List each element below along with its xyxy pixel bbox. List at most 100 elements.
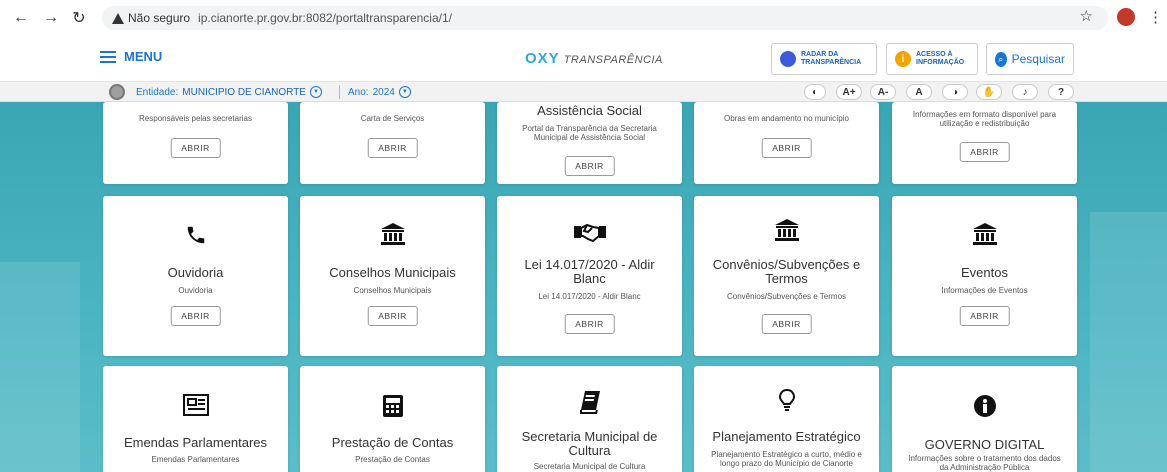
url-text[interactable]: ip.cianorte.pr.gov.br:8082/portaltranspa… xyxy=(198,11,452,25)
abrir-button[interactable]: ABRIR xyxy=(761,138,812,158)
radar-line2: TRANSPARÊNCIA xyxy=(801,59,862,66)
card-subtitle: Obras em andamento no município xyxy=(724,114,849,123)
abrir-button[interactable]: ABRIR xyxy=(367,306,418,326)
acesso-line2: INFORMAÇÃO xyxy=(916,59,965,66)
card-subtitle: Informações sobre o tratamento dos dados… xyxy=(908,454,1061,472)
card-emendas[interactable]: Emendas Parlamentares Emendas Parlamenta… xyxy=(103,366,288,472)
newspaper-icon xyxy=(182,394,209,416)
card-subtitle: Lei 14.017/2020 - Aldir Blanc xyxy=(538,292,641,301)
card-title: Eventos xyxy=(961,265,1008,280)
entidade-selector[interactable]: Entidade: MUNICIPIO DE CIANORTE ▼ xyxy=(136,86,322,98)
main-content: Responsáveis pelas secretarias ABRIR Car… xyxy=(0,102,1167,472)
card-conselhos[interactable]: Conselhos Municipais Conselhos Municipai… xyxy=(300,196,485,356)
institution-icon xyxy=(380,223,405,245)
card-title: Convênios/Subvenções e Termos xyxy=(712,257,861,286)
card-governo-digital[interactable]: GOVERNO DIGITAL Informações sobre o trat… xyxy=(892,366,1077,472)
phone-icon xyxy=(187,226,204,244)
hamburger-icon xyxy=(100,50,116,63)
institution-icon xyxy=(774,219,799,241)
card-title: Emendas Parlamentares xyxy=(123,435,268,450)
card-subtitle: Informações em formato disponível para u… xyxy=(912,110,1057,128)
abrir-button[interactable]: ABRIR xyxy=(367,138,418,158)
info-icon: i xyxy=(895,51,911,67)
browser-toolbar: ← → ↻ Não seguro ip.cianorte.pr.gov.br:8… xyxy=(0,0,1167,36)
radar-icon xyxy=(780,51,796,67)
pesquisar-button[interactable]: ⌕ Pesquisar xyxy=(986,43,1074,75)
card-ouvidoria[interactable]: Ouvidoria Ouvidoria ABRIR xyxy=(103,196,288,356)
logo-oxy: OXY xyxy=(525,50,560,67)
card-subtitle: Planejamento Estratégico a curto, médio … xyxy=(711,450,862,468)
abrir-button[interactable]: ABRIR xyxy=(170,138,221,158)
background-building xyxy=(1090,212,1167,472)
acesso-line1: ACESSO À xyxy=(916,51,953,58)
card-eventos[interactable]: Eventos Informações de Eventos ABRIR xyxy=(892,196,1077,356)
sign-language-icon[interactable]: ✋ xyxy=(976,84,1002,100)
search-icon: ⌕ xyxy=(995,51,1007,67)
card-prestacao-contas[interactable]: Prestação de Contas Prestação de Contas xyxy=(300,366,485,472)
card-subtitle: Carta de Serviços xyxy=(360,114,425,123)
menu-button[interactable]: MENU xyxy=(100,49,162,64)
background-building xyxy=(0,262,80,472)
pesquisar-label: Pesquisar xyxy=(1011,52,1065,66)
forward-icon[interactable]: → xyxy=(40,7,62,29)
card-carta-servicos[interactable]: Carta de Serviços ABRIR xyxy=(300,102,485,184)
card-assistencia-social[interactable]: Assistência Social Portal da Transparênc… xyxy=(497,102,682,184)
card-subtitle: Secretaria Municipal de Cultura xyxy=(533,462,646,471)
entidade-label: Entidade: xyxy=(136,86,179,98)
back-icon[interactable]: ← xyxy=(10,7,32,29)
radar-line1: RADAR DA xyxy=(801,51,839,58)
font-increase-button[interactable]: A+ xyxy=(836,84,862,100)
acesso-informacao-button[interactable]: i ACESSO À INFORMAÇÃO xyxy=(886,43,978,75)
abrir-button[interactable]: ABRIR xyxy=(170,306,221,326)
contrast-icon[interactable]: ◐ xyxy=(804,84,826,100)
card-title: GOVERNO DIGITAL xyxy=(924,437,1045,452)
abrir-button[interactable]: ABRIR xyxy=(959,306,1010,326)
site-header: MENU OXY TRANSPARÊNCIA RADAR DA TRANSPARÊ… xyxy=(0,36,1167,82)
bookmark-star-icon[interactable]: ☆ xyxy=(1080,7,1093,25)
security-indicator[interactable]: Não seguro xyxy=(112,11,190,25)
card-title: Secretaria Municipal de Cultura xyxy=(521,429,658,458)
book-icon xyxy=(579,391,600,414)
font-reset-button[interactable]: A xyxy=(906,84,932,100)
calculator-icon xyxy=(382,395,403,417)
audio-icon[interactable]: ♪ xyxy=(1012,84,1038,100)
help-button[interactable]: ? xyxy=(1048,84,1074,100)
card-responsaveis[interactable]: Responsáveis pelas secretarias ABRIR xyxy=(103,102,288,184)
ano-selector[interactable]: Ano: 2024 ▼ xyxy=(348,86,411,98)
security-label: Não seguro xyxy=(128,11,191,25)
logo-text: TRANSPARÊNCIA xyxy=(563,54,663,66)
card-title: Planejamento Estratégico xyxy=(712,429,861,444)
ano-value: 2024 xyxy=(372,86,395,98)
extension-icon[interactable] xyxy=(1117,8,1135,26)
card-planejamento[interactable]: Planejamento Estratégico Planejamento Es… xyxy=(694,366,879,472)
entity-bar: Entidade: MUNICIPIO DE CIANORTE ▼ Ano: 2… xyxy=(0,82,1167,102)
card-subtitle: Ouvidoria xyxy=(178,286,213,295)
abrir-button[interactable]: ABRIR xyxy=(564,156,615,176)
card-subtitle: Prestação de Contas xyxy=(355,455,430,464)
entidade-value: MUNICIPIO DE CIANORTE xyxy=(182,86,306,98)
card-cultura[interactable]: Secretaria Municipal de Cultura Secretar… xyxy=(497,366,682,472)
more-menu-icon[interactable]: ⋮ xyxy=(1148,8,1163,26)
site-logo[interactable]: OXY TRANSPARÊNCIA xyxy=(525,50,663,67)
warning-icon xyxy=(112,12,124,24)
card-convenios[interactable]: Convênios/Subvenções e Termos Convênios/… xyxy=(694,196,879,356)
divider xyxy=(339,85,340,99)
card-subtitle: Responsáveis pelas secretarias xyxy=(139,114,252,123)
card-title: Assistência Social xyxy=(537,103,642,118)
card-aldir-blanc[interactable]: Lei 14.017/2020 - Aldir Blanc Lei 14.017… xyxy=(497,196,682,356)
grayscale-icon[interactable]: ◑ xyxy=(942,84,968,100)
abrir-button[interactable]: ABRIR xyxy=(959,142,1010,162)
info-icon xyxy=(973,395,996,417)
font-decrease-button[interactable]: A- xyxy=(870,84,896,100)
abrir-button[interactable]: ABRIR xyxy=(761,314,812,334)
card-dados-abertos[interactable]: Informações em formato disponível para u… xyxy=(892,102,1077,184)
card-title: Ouvidoria xyxy=(167,265,224,280)
handshake-icon xyxy=(573,223,606,243)
card-subtitle: Convênios/Subvenções e Termos xyxy=(726,292,847,301)
address-bar[interactable]: Não seguro ip.cianorte.pr.gov.br:8082/po… xyxy=(102,6,1108,30)
reload-icon[interactable]: ↻ xyxy=(68,7,90,29)
radar-transparencia-button[interactable]: RADAR DA TRANSPARÊNCIA xyxy=(771,43,877,75)
abrir-button[interactable]: ABRIR xyxy=(564,314,615,334)
card-obras[interactable]: Obras em andamento no município ABRIR xyxy=(694,102,879,184)
institution-icon xyxy=(972,223,997,245)
